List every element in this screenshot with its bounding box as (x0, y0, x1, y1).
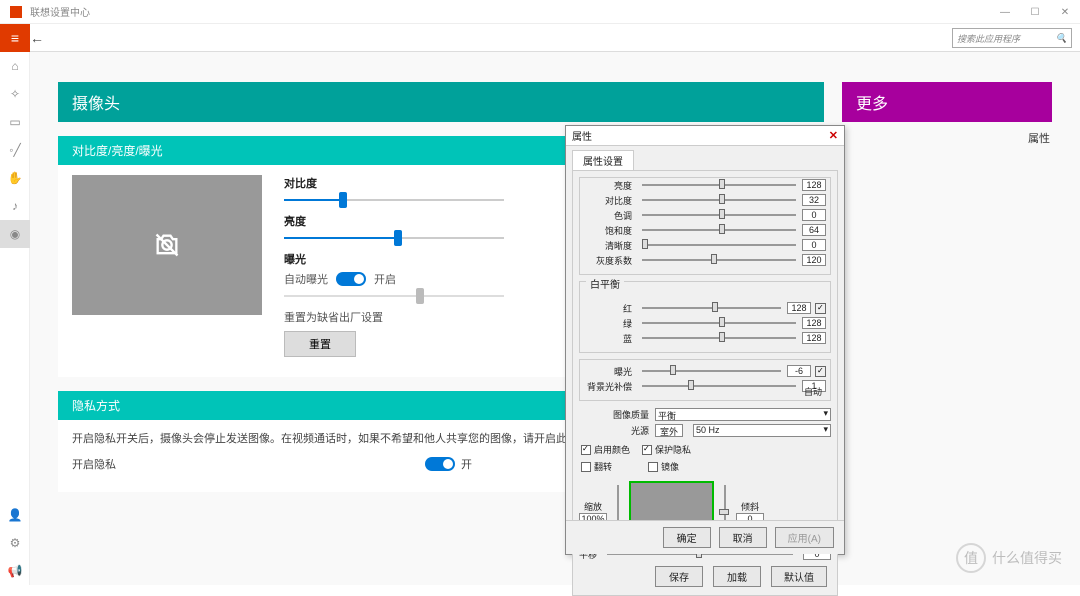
reset-button[interactable]: 重置 (284, 331, 356, 357)
privacy-toggle[interactable] (425, 457, 455, 471)
home-icon[interactable]: ⌂ (0, 52, 30, 80)
properties-dialog: 属性 ✕ 属性设置 亮度128 对比度32 色调0 饱和度64 清晰度0 灰度系… (565, 125, 845, 555)
dlg-saturation-slider[interactable] (642, 229, 796, 231)
user-icon[interactable]: 👤 (0, 501, 30, 529)
dlg-backlight-slider[interactable] (642, 385, 796, 387)
content: 摄像头 更多 对比度/亮度/曝光 对比度 亮度 曝光 自动曝 (30, 52, 1080, 585)
cancel-button[interactable]: 取消 (719, 527, 767, 548)
privacy-enable-label: 开启隐私 (72, 456, 116, 472)
display-icon[interactable]: ▭ (0, 108, 30, 136)
watermark: 值 什么值得买 (956, 543, 1062, 573)
maximize-button[interactable]: ☐ (1020, 0, 1050, 24)
header-more[interactable]: 更多 (842, 82, 1052, 122)
camera-off-icon (153, 231, 181, 259)
cb-color-enable[interactable] (581, 445, 591, 455)
exposure-slider (284, 295, 504, 297)
save-button[interactable]: 保存 (655, 566, 703, 587)
auto-exposure-label: 自动曝光 (284, 271, 328, 287)
search-input[interactable]: 搜索此应用程序🔍 (952, 28, 1072, 48)
dlg-wb-green-slider[interactable] (642, 322, 796, 324)
ok-button[interactable]: 确定 (663, 527, 711, 548)
audio-icon[interactable]: ♪ (0, 192, 30, 220)
app-title: 联想设置中心 (30, 4, 90, 19)
bulb-icon[interactable]: ✧ (0, 80, 30, 108)
dialog-tab[interactable]: 属性设置 (572, 150, 634, 170)
minimize-button[interactable]: — (990, 0, 1020, 24)
dlg-sharpness-slider[interactable] (642, 244, 796, 246)
search-icon: 🔍 (1056, 33, 1067, 44)
cb-mirror[interactable] (648, 462, 658, 472)
dlg-wb-red-slider[interactable] (642, 307, 781, 309)
back-icon[interactable]: ← (30, 30, 44, 46)
side-link-properties[interactable]: 属性 (1028, 130, 1050, 146)
topbar: ← (0, 24, 1080, 52)
dialog-close-icon[interactable]: ✕ (829, 129, 838, 142)
dialog-title: 属性 (572, 128, 592, 143)
auto-exposure-state: 开启 (374, 271, 396, 287)
titlebar: 联想设置中心 — ☐ ✕ (0, 0, 1080, 24)
camera-preview (72, 175, 262, 315)
network-icon[interactable]: ◦╱ (0, 136, 30, 164)
exp-auto-checkbox[interactable] (815, 366, 826, 377)
auto-exposure-toggle[interactable] (336, 272, 366, 286)
apply-button: 应用(A) (775, 527, 834, 548)
hand-icon[interactable]: ✋ (0, 164, 30, 192)
menu-icon[interactable]: ≡ (0, 24, 30, 52)
dlg-contrast-slider[interactable] (642, 199, 796, 201)
close-button[interactable]: ✕ (1050, 0, 1080, 24)
wb-auto-checkbox[interactable] (815, 303, 826, 314)
load-button[interactable]: 加载 (713, 566, 761, 587)
privacy-state: 开 (461, 456, 472, 472)
contrast-slider[interactable] (284, 199, 504, 201)
sidebar: ≡ ⌂ ✧ ▭ ◦╱ ✋ ♪ ◉ 👤 ⚙ 📢 (0, 24, 30, 585)
camera-icon[interactable]: ◉ (0, 220, 30, 248)
dlg-hue-slider[interactable] (642, 214, 796, 216)
light-source[interactable]: 室外 (655, 424, 683, 437)
dlg-exposure-slider[interactable] (642, 370, 781, 372)
dlg-brightness-slider[interactable] (642, 184, 796, 186)
default-button[interactable]: 默认值 (771, 566, 827, 587)
dlg-wb-blue-slider[interactable] (642, 337, 796, 339)
settings-icon[interactable]: ⚙ (0, 529, 30, 557)
light-hz-select[interactable]: 50 Hz (693, 424, 831, 437)
announce-icon[interactable]: 📢 (0, 557, 30, 585)
cb-protect-privacy[interactable] (642, 445, 652, 455)
brightness-slider[interactable] (284, 237, 504, 239)
dlg-gamma-slider[interactable] (642, 259, 796, 261)
image-quality-select[interactable]: 平衡 (655, 408, 831, 421)
header-camera: 摄像头 (58, 82, 824, 122)
cb-flip[interactable] (581, 462, 591, 472)
app-icon (10, 6, 22, 18)
